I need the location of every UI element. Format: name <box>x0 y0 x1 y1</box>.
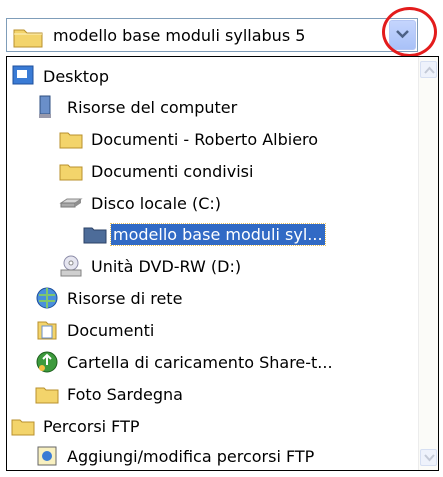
folder-icon <box>11 414 35 438</box>
my-computer-icon <box>35 95 59 119</box>
list-item-selected-folder[interactable]: modello base moduli syl... <box>83 219 326 249</box>
list-item-label: Risorse di rete <box>67 288 183 308</box>
chevron-up-icon <box>424 66 435 74</box>
list-item-label: Aggiungi/modifica percorsi FTP <box>67 446 315 466</box>
list-item-documenti[interactable]: Documenti <box>35 315 156 345</box>
ftp-edit-icon <box>35 444 59 468</box>
list-item-label: Unità DVD-RW (D:) <box>91 256 242 276</box>
hard-disk-icon <box>59 191 83 215</box>
scroll-down-button[interactable] <box>420 449 437 466</box>
look-in-combobox[interactable]: modello base moduli syllabus 5 <box>6 18 418 52</box>
folder-icon <box>35 382 59 406</box>
documents-icon <box>35 318 59 342</box>
list-item-risorse-rete[interactable]: Risorse di rete <box>35 283 184 313</box>
combo-current-value: modello base moduli syllabus 5 <box>53 26 306 45</box>
folder-icon <box>59 127 83 151</box>
highlight-circle <box>382 7 437 57</box>
list-item-documenti-condivisi[interactable]: Documenti condivisi <box>59 156 255 186</box>
list-item-label: Foto Sardegna <box>67 384 183 404</box>
chevron-down-icon <box>424 454 435 462</box>
list-item-share-upload[interactable]: Cartella di caricamento Share-t... <box>35 347 335 377</box>
list-item-label: Desktop <box>43 66 109 86</box>
vertical-scrollbar[interactable] <box>418 57 438 470</box>
list-item-label: modello base moduli syl... <box>110 222 326 246</box>
list-item-label: Percorsi FTP <box>43 416 140 436</box>
network-icon <box>35 286 59 310</box>
list-item-disco-locale[interactable]: Disco locale (C:) <box>59 188 223 218</box>
list-item-documenti-roberto[interactable]: Documenti - Roberto Albiero <box>59 124 320 154</box>
folder-icon <box>59 159 83 183</box>
list-item-my-computer[interactable]: Risorse del computer <box>35 92 239 122</box>
folder-icon <box>13 26 43 52</box>
list-item-dvd[interactable]: Unità DVD-RW (D:) <box>59 251 243 281</box>
scroll-up-button[interactable] <box>420 61 437 78</box>
list-item-percorsi-ftp[interactable]: Percorsi FTP <box>11 411 142 441</box>
list-item-label: Disco locale (C:) <box>91 193 222 213</box>
dvd-drive-icon <box>59 254 83 278</box>
list-item-ftp-edit[interactable]: Aggiungi/modifica percorsi FTP <box>35 441 316 471</box>
list-item-label: Documenti <box>67 320 155 340</box>
list-item-label: Risorse del computer <box>67 97 238 117</box>
list-item-label: Documenti condivisi <box>91 161 254 181</box>
list-item-label: Cartella di caricamento Share-t... <box>67 352 333 372</box>
list-item-label: Documenti - Roberto Albiero <box>91 129 319 149</box>
list-item-desktop[interactable]: Desktop <box>11 61 111 91</box>
folder-icon <box>83 222 107 246</box>
dropdown-list: Desktop Risorse del computer Documenti -… <box>6 56 439 471</box>
share-upload-icon <box>35 350 59 374</box>
list-item-foto-sardegna[interactable]: Foto Sardegna <box>35 379 185 409</box>
desktop-icon <box>11 64 35 88</box>
